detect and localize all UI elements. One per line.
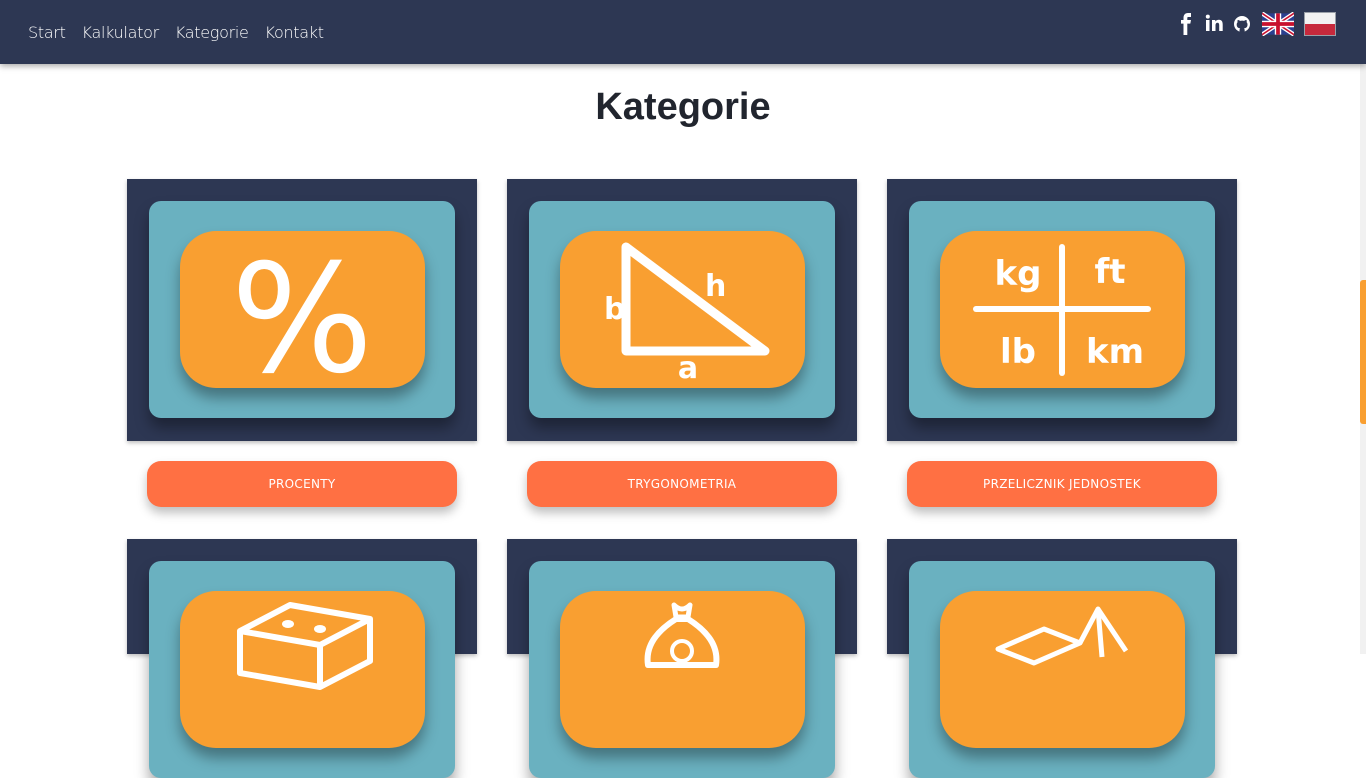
units-icon: kg ft lb km (940, 231, 1185, 388)
svg-text:kg: kg (995, 254, 1042, 294)
svg-text:h: h (705, 269, 726, 304)
percent-icon: % (180, 231, 425, 407)
svg-text:ft: ft (1094, 252, 1125, 292)
category-button-przelicznik-jednostek[interactable]: PRZELICZNIK JEDNOSTEK (907, 461, 1217, 507)
triangle-icon: b h a (560, 231, 805, 388)
svg-text:b: b (604, 292, 625, 327)
geometry-shapes-icon (940, 591, 1185, 748)
nav-link-kalkulator[interactable]: Kalkulator (82, 23, 160, 42)
card-inner (529, 561, 835, 778)
category-card-przelicznik[interactable]: kg ft lb km (887, 179, 1237, 441)
svg-text:a: a (678, 351, 698, 386)
category-card-procenty[interactable]: % (127, 179, 477, 441)
linkedin-icon[interactable] (1204, 13, 1224, 35)
card-inner: b h a (529, 201, 835, 418)
nav-links: Start Kalkulator Kategorie Kontakt (28, 0, 340, 64)
svg-text:km: km (1086, 332, 1144, 372)
svg-text:%: % (231, 233, 374, 388)
nav-link-start[interactable]: Start (28, 23, 66, 42)
polish-flag-icon[interactable] (1304, 12, 1336, 36)
nav-right (1168, 11, 1336, 37)
card-inner (909, 561, 1215, 778)
category-button-procenty[interactable]: PROCENTY (147, 461, 457, 507)
scroll-indicator[interactable] (1360, 280, 1366, 424)
card-inner: % (149, 201, 455, 418)
card-inner (149, 561, 455, 778)
money-bag-icon (560, 591, 805, 748)
category-card-dice[interactable] (127, 539, 477, 778)
top-navbar: Start Kalkulator Kategorie Kontakt (0, 0, 1366, 64)
facebook-icon[interactable] (1176, 13, 1196, 35)
nav-link-kategorie[interactable]: Kategorie (175, 23, 249, 42)
svg-text:lb: lb (1000, 332, 1036, 372)
github-icon[interactable] (1232, 13, 1252, 35)
nav-link-kontakt[interactable]: Kontakt (265, 23, 324, 42)
english-flag-icon[interactable] (1260, 11, 1296, 37)
category-card-money[interactable] (507, 539, 857, 778)
category-card-trygonometria[interactable]: b h a (507, 179, 857, 441)
card-inner: kg ft lb km (909, 201, 1215, 418)
category-card-geometry[interactable] (887, 539, 1237, 778)
category-button-trygonometria[interactable]: TRYGONOMETRIA (527, 461, 837, 507)
page-title: Kategorie (595, 86, 771, 128)
dice-icon (180, 591, 425, 748)
